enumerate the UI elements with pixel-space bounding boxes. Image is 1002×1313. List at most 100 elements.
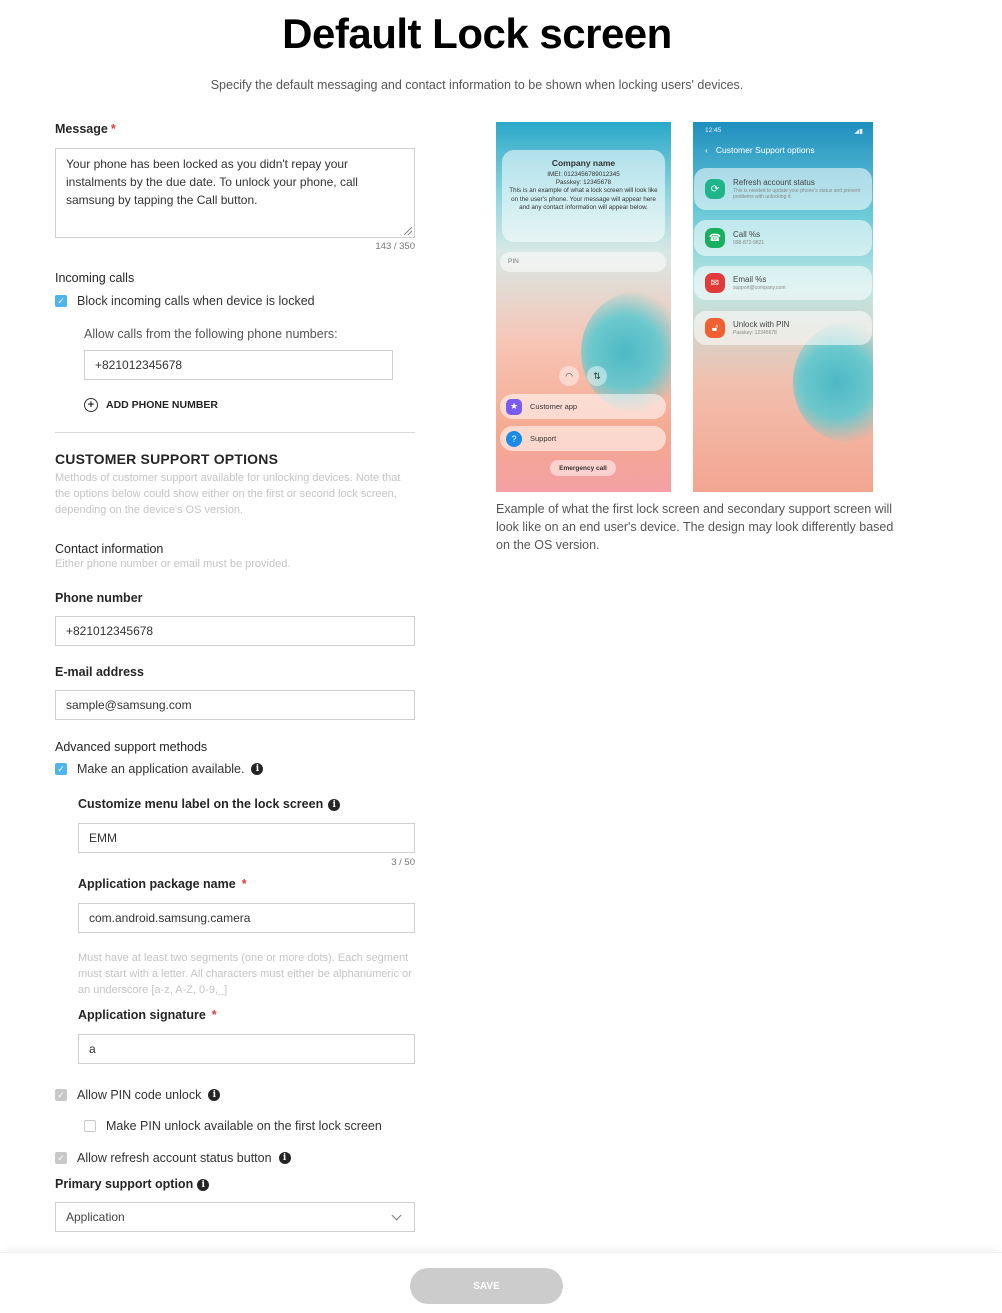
message-counter: 143 / 350: [375, 241, 415, 252]
email-input[interactable]: sample@samsung.com: [55, 690, 415, 720]
phone-number-input[interactable]: +821012345678: [55, 616, 415, 646]
call-card: ☎ Call %s 098-872-9821: [694, 220, 872, 256]
allow-calls-label: Allow calls from the following phone num…: [84, 327, 338, 341]
settings-form: Message * Your phone has been locked as y…: [55, 0, 415, 1232]
info-icon[interactable]: i: [278, 1152, 291, 1164]
primary-support-label: Primary support option i: [55, 1177, 210, 1191]
phone-number-value: +821012345678: [66, 624, 154, 638]
company-name: Company name: [551, 158, 616, 168]
support-screen-preview: 12:45 ◢▮ ‹ Customer Support options ⟳ Re…: [693, 122, 873, 492]
card-sub: Passkey: 12345678: [733, 330, 777, 336]
phone-icon: ☎: [705, 228, 725, 248]
card-title: Email %s: [733, 275, 767, 284]
card-title: Unlock with PIN: [733, 320, 790, 329]
emergency-call: Emergency call: [550, 460, 616, 476]
refresh-status-card: ⟳ Refresh account status This is needed t…: [694, 168, 872, 210]
card-sub: support@company.com: [733, 285, 786, 291]
section-divider: [55, 432, 415, 433]
lock-message-card: Company name IMEI: 0123456789012345 Pass…: [502, 150, 665, 242]
package-name-label-text: Application package name: [78, 877, 236, 891]
required-mark: *: [241, 877, 247, 891]
lock-screen-preview: Company name IMEI: 0123456789012345 Pass…: [496, 122, 671, 492]
refresh-checkbox[interactable]: ✓: [55, 1152, 67, 1164]
signature-input[interactable]: a: [78, 1034, 415, 1064]
info-icon[interactable]: i: [328, 798, 341, 811]
pin-field: PIN: [500, 252, 666, 272]
card-sub: This is needed to update your phone's st…: [733, 188, 861, 200]
refresh-label: Allow refresh account status button: [77, 1151, 272, 1165]
pin-first-checkbox[interactable]: [84, 1120, 96, 1132]
contact-info-hint: Either phone number or email must be pro…: [55, 558, 291, 570]
save-button[interactable]: SAVE: [410, 1268, 563, 1304]
info-icon[interactable]: i: [197, 1178, 210, 1191]
refresh-checkbox-row[interactable]: ✓ Allow refresh account status button i: [55, 1151, 291, 1165]
resize-handle[interactable]: [404, 227, 412, 235]
menu-label-input[interactable]: EMM: [78, 823, 415, 853]
package-name-input[interactable]: com.android.samsung.camera: [78, 903, 415, 933]
allowed-phone-value: +821012345678: [95, 358, 183, 372]
package-name-hint: Must have at least two segments (one or …: [78, 952, 412, 996]
menu-label-title-text: Customize menu label on the lock screen: [78, 797, 324, 811]
back-icon: ‹: [705, 145, 708, 155]
plus-circle-icon: +: [84, 398, 98, 412]
phone-number-label: Phone number: [55, 591, 143, 605]
support-option: ? Support: [500, 426, 666, 451]
add-phone-number-button[interactable]: + ADD PHONE NUMBER: [84, 398, 218, 412]
support-screen-title: Customer Support options: [715, 145, 815, 155]
pin-unlock-checkbox-row[interactable]: ✓ Allow PIN code unlock i: [55, 1088, 221, 1102]
customer-app-option: ★ Customer app: [500, 394, 666, 419]
status-time: 12:45: [705, 127, 722, 134]
refresh-icon: ⟳: [705, 179, 725, 199]
customer-support-title: CUSTOMER SUPPORT OPTIONS: [55, 451, 279, 467]
support-label: Support: [530, 434, 557, 443]
support-screen-header: ‹ Customer Support options: [705, 145, 815, 155]
primary-support-select[interactable]: Application: [55, 1202, 415, 1232]
advanced-support-title: Advanced support methods: [55, 740, 208, 754]
make-app-label: Make an application available.: [77, 762, 245, 776]
mail-icon: ✉: [705, 273, 725, 293]
signature-value: a: [89, 1042, 96, 1056]
primary-support-label-text: Primary support option: [55, 1177, 194, 1191]
lock-message-text: IMEI: 0123456789012345 Passkey: 12345678…: [509, 171, 658, 211]
contact-info-title: Contact information: [55, 542, 164, 556]
incoming-calls-label: Incoming calls: [55, 271, 135, 285]
pin-unlock-checkbox[interactable]: ✓: [55, 1089, 67, 1101]
preview-caption: Example of what the first lock screen an…: [496, 502, 894, 552]
chevron-down-icon: [391, 1210, 402, 1220]
allowed-phone-input[interactable]: +821012345678: [84, 350, 393, 380]
required-mark: *: [110, 122, 116, 136]
card-sub: 098-872-9821: [733, 240, 765, 246]
message-label-text: Message: [55, 122, 108, 136]
required-mark: *: [211, 1008, 217, 1022]
star-icon: ★: [506, 398, 522, 415]
message-value: Your phone has been locked as you didn't…: [66, 157, 358, 207]
package-name-value: com.android.samsung.camera: [89, 911, 251, 925]
pin-first-checkbox-row[interactable]: Make PIN unlock available on the first l…: [84, 1119, 382, 1133]
card-title: Refresh account status: [733, 178, 815, 187]
pin-first-label: Make PIN unlock available on the first l…: [106, 1119, 382, 1133]
menu-label-value: EMM: [89, 831, 117, 845]
message-textarea[interactable]: Your phone has been locked as you didn't…: [55, 148, 415, 238]
make-app-checkbox-row[interactable]: ✓ Make an application available. i: [55, 762, 264, 776]
email-value: sample@samsung.com: [66, 698, 192, 712]
block-calls-checkbox-row[interactable]: ✓ Block incoming calls when device is lo…: [55, 294, 315, 308]
data-transfer-icon: ⇅: [587, 366, 607, 386]
info-icon[interactable]: i: [251, 763, 264, 775]
card-title: Call %s: [733, 230, 761, 239]
info-icon[interactable]: i: [208, 1089, 221, 1101]
footer-bar: SAVE: [0, 1252, 1002, 1313]
customer-app-label: Customer app: [530, 402, 578, 411]
question-icon: ?: [506, 430, 522, 447]
email-label: E-mail address: [55, 665, 144, 679]
wifi-icon: ◠: [559, 366, 579, 386]
unlock-pin-card: 🔓︎ Unlock with PIN Passkey: 12345678: [694, 311, 872, 345]
message-label: Message *: [55, 122, 116, 136]
pin-unlock-label: Allow PIN code unlock: [77, 1088, 202, 1102]
email-card: ✉ Email %s support@company.com: [694, 266, 872, 300]
customer-support-description: Methods of customer support available fo…: [55, 472, 401, 516]
make-app-checkbox[interactable]: ✓: [55, 763, 67, 775]
menu-label-counter: 3 / 50: [391, 857, 415, 868]
signature-label: Application signature *: [78, 1008, 217, 1022]
unlock-icon: 🔓︎: [705, 318, 725, 338]
block-calls-checkbox[interactable]: ✓: [55, 295, 67, 307]
